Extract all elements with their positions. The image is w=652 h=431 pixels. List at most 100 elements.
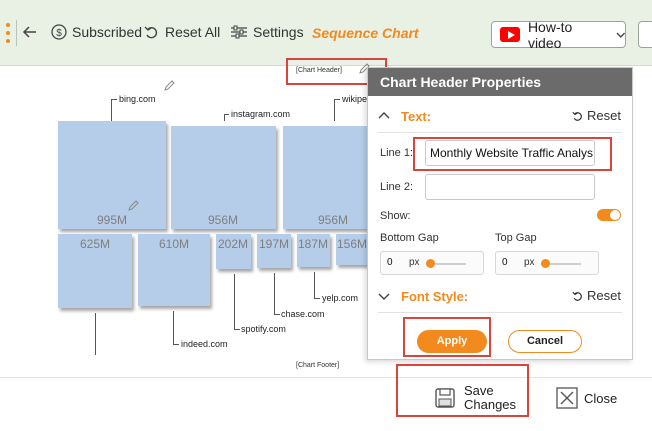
- bottom-gap-value[interactable]: 0: [387, 257, 393, 268]
- connector-line: [234, 274, 235, 329]
- slider-knob[interactable]: [426, 259, 435, 268]
- app-title: Sequence Chart: [312, 25, 419, 41]
- top-gap-slider[interactable]: 0 px: [495, 251, 599, 275]
- edit-pencil-icon[interactable]: [163, 80, 175, 92]
- chart-header-properties-panel: Chart Header Properties Text: Reset Line…: [367, 67, 633, 360]
- tile[interactable]: 995M: [58, 121, 166, 229]
- toolbar-divider: [16, 20, 17, 46]
- tile-value: 187M: [298, 237, 329, 251]
- close-label: Close: [584, 390, 618, 406]
- svg-text:$: $: [56, 28, 62, 39]
- tile[interactable]: 187M: [297, 234, 330, 267]
- connector-line: [274, 273, 275, 314]
- settings-button[interactable]: Settings: [230, 24, 304, 40]
- connector-line: [334, 99, 335, 121]
- close-button[interactable]: Close: [556, 387, 617, 409]
- chevron-up-icon[interactable]: [378, 111, 390, 119]
- chart-footer-placeholder[interactable]: [Chart Footer]: [296, 362, 339, 369]
- sliders-icon: [231, 25, 247, 39]
- panel-title: Chart Header Properties: [368, 68, 632, 96]
- tile[interactable]: 156M: [336, 234, 367, 265]
- save-changes-highlight: [396, 364, 529, 417]
- undo-icon: [144, 26, 158, 39]
- close-icon: [556, 387, 578, 409]
- tile-label-indeed: indeed.com: [181, 339, 228, 349]
- connector-line: [111, 99, 112, 121]
- undo-icon: [572, 111, 582, 121]
- reset-label: Reset: [587, 288, 621, 303]
- connector-line: [274, 314, 280, 315]
- how-to-video-label: How-to video: [527, 18, 573, 51]
- connector-line: [224, 114, 225, 121]
- tile[interactable]: 625M: [58, 234, 132, 308]
- connector-line: [334, 99, 340, 100]
- bottom-gap-unit: px: [409, 257, 420, 268]
- cancel-button[interactable]: Cancel: [508, 330, 582, 353]
- line1-highlight: [413, 137, 612, 171]
- tile[interactable]: 197M: [257, 234, 291, 268]
- tile-label-wikipedia: wikipe: [342, 94, 368, 104]
- slider-knob[interactable]: [541, 259, 550, 268]
- section-divider: [378, 132, 622, 133]
- tile-value: 995M: [97, 213, 128, 227]
- top-gap-label: Top Gap: [495, 232, 537, 244]
- tile-label-yelp: yelp.com: [322, 293, 359, 303]
- tile[interactable]: 202M: [216, 234, 251, 269]
- connector-line: [173, 344, 179, 345]
- line1-label: Line 1:: [380, 147, 414, 159]
- apply-highlight: [403, 317, 491, 357]
- tile-label-bing: bing.com: [119, 94, 156, 104]
- tile-value: 956M: [208, 213, 239, 227]
- tile-label-spotify: spotify.com: [241, 324, 286, 334]
- tile-value: 202M: [218, 237, 249, 251]
- connector-line: [173, 311, 174, 344]
- tile-value: 610M: [159, 237, 190, 251]
- connector-line: [314, 272, 315, 298]
- tile[interactable]: 956M: [171, 126, 276, 229]
- drag-handle-icon[interactable]: [6, 23, 10, 43]
- back-arrow-icon[interactable]: [22, 24, 38, 45]
- youtube-icon: [500, 27, 520, 42]
- section-divider: [378, 312, 622, 313]
- text-reset-button[interactable]: Reset: [572, 108, 621, 123]
- reset-label: Reset: [587, 108, 621, 123]
- text-section-title[interactable]: Text:: [401, 109, 431, 124]
- bottom-gap-label: Bottom Gap: [380, 232, 439, 244]
- top-gap-unit: px: [524, 257, 535, 268]
- side-panel-button[interactable]: [638, 21, 652, 48]
- line2-input[interactable]: [425, 174, 595, 200]
- show-toggle[interactable]: [597, 209, 621, 221]
- top-gap-value[interactable]: 0: [502, 257, 508, 268]
- connector-line: [224, 114, 229, 115]
- tile-label-instagram: instagram.com: [231, 109, 291, 119]
- font-style-reset-button[interactable]: Reset: [572, 288, 621, 303]
- connector-line: [111, 99, 117, 100]
- show-label: Show:: [380, 210, 411, 222]
- line2-label: Line 2:: [380, 181, 414, 193]
- tile-value: 156M: [337, 237, 368, 251]
- reset-all-button[interactable]: Reset All: [144, 24, 220, 40]
- tile[interactable]: 610M: [138, 234, 210, 306]
- tile-label-chase: chase.com: [281, 309, 325, 319]
- chevron-down-icon[interactable]: [378, 293, 390, 301]
- font-style-section-title[interactable]: Font Style:: [401, 289, 468, 304]
- connector-line: [234, 329, 240, 330]
- subscribed-label: Subscribed: [72, 24, 143, 40]
- settings-label: Settings: [253, 24, 304, 40]
- chevron-down-icon: [615, 32, 625, 38]
- tile-value: 625M: [80, 237, 111, 251]
- footer-bar: Save Changes Close: [0, 364, 652, 431]
- edit-pencil-icon[interactable]: [127, 200, 139, 212]
- undo-icon: [572, 291, 582, 301]
- tile[interactable]: 956M: [283, 126, 367, 229]
- subscribed-button[interactable]: $ Subscribed: [51, 24, 142, 40]
- connector-line: [95, 313, 96, 355]
- bottom-gap-slider[interactable]: 0 px: [380, 251, 484, 275]
- reset-all-label: Reset All: [165, 24, 221, 40]
- tile-value: 197M: [259, 237, 290, 251]
- connector-line: [314, 298, 320, 299]
- tile-value: 956M: [318, 213, 349, 227]
- how-to-video-dropdown[interactable]: How-to video: [491, 18, 626, 51]
- dollar-circle-icon: $: [51, 24, 67, 40]
- toolbar: $ Subscribed Reset All Settings Sequence…: [0, 0, 652, 66]
